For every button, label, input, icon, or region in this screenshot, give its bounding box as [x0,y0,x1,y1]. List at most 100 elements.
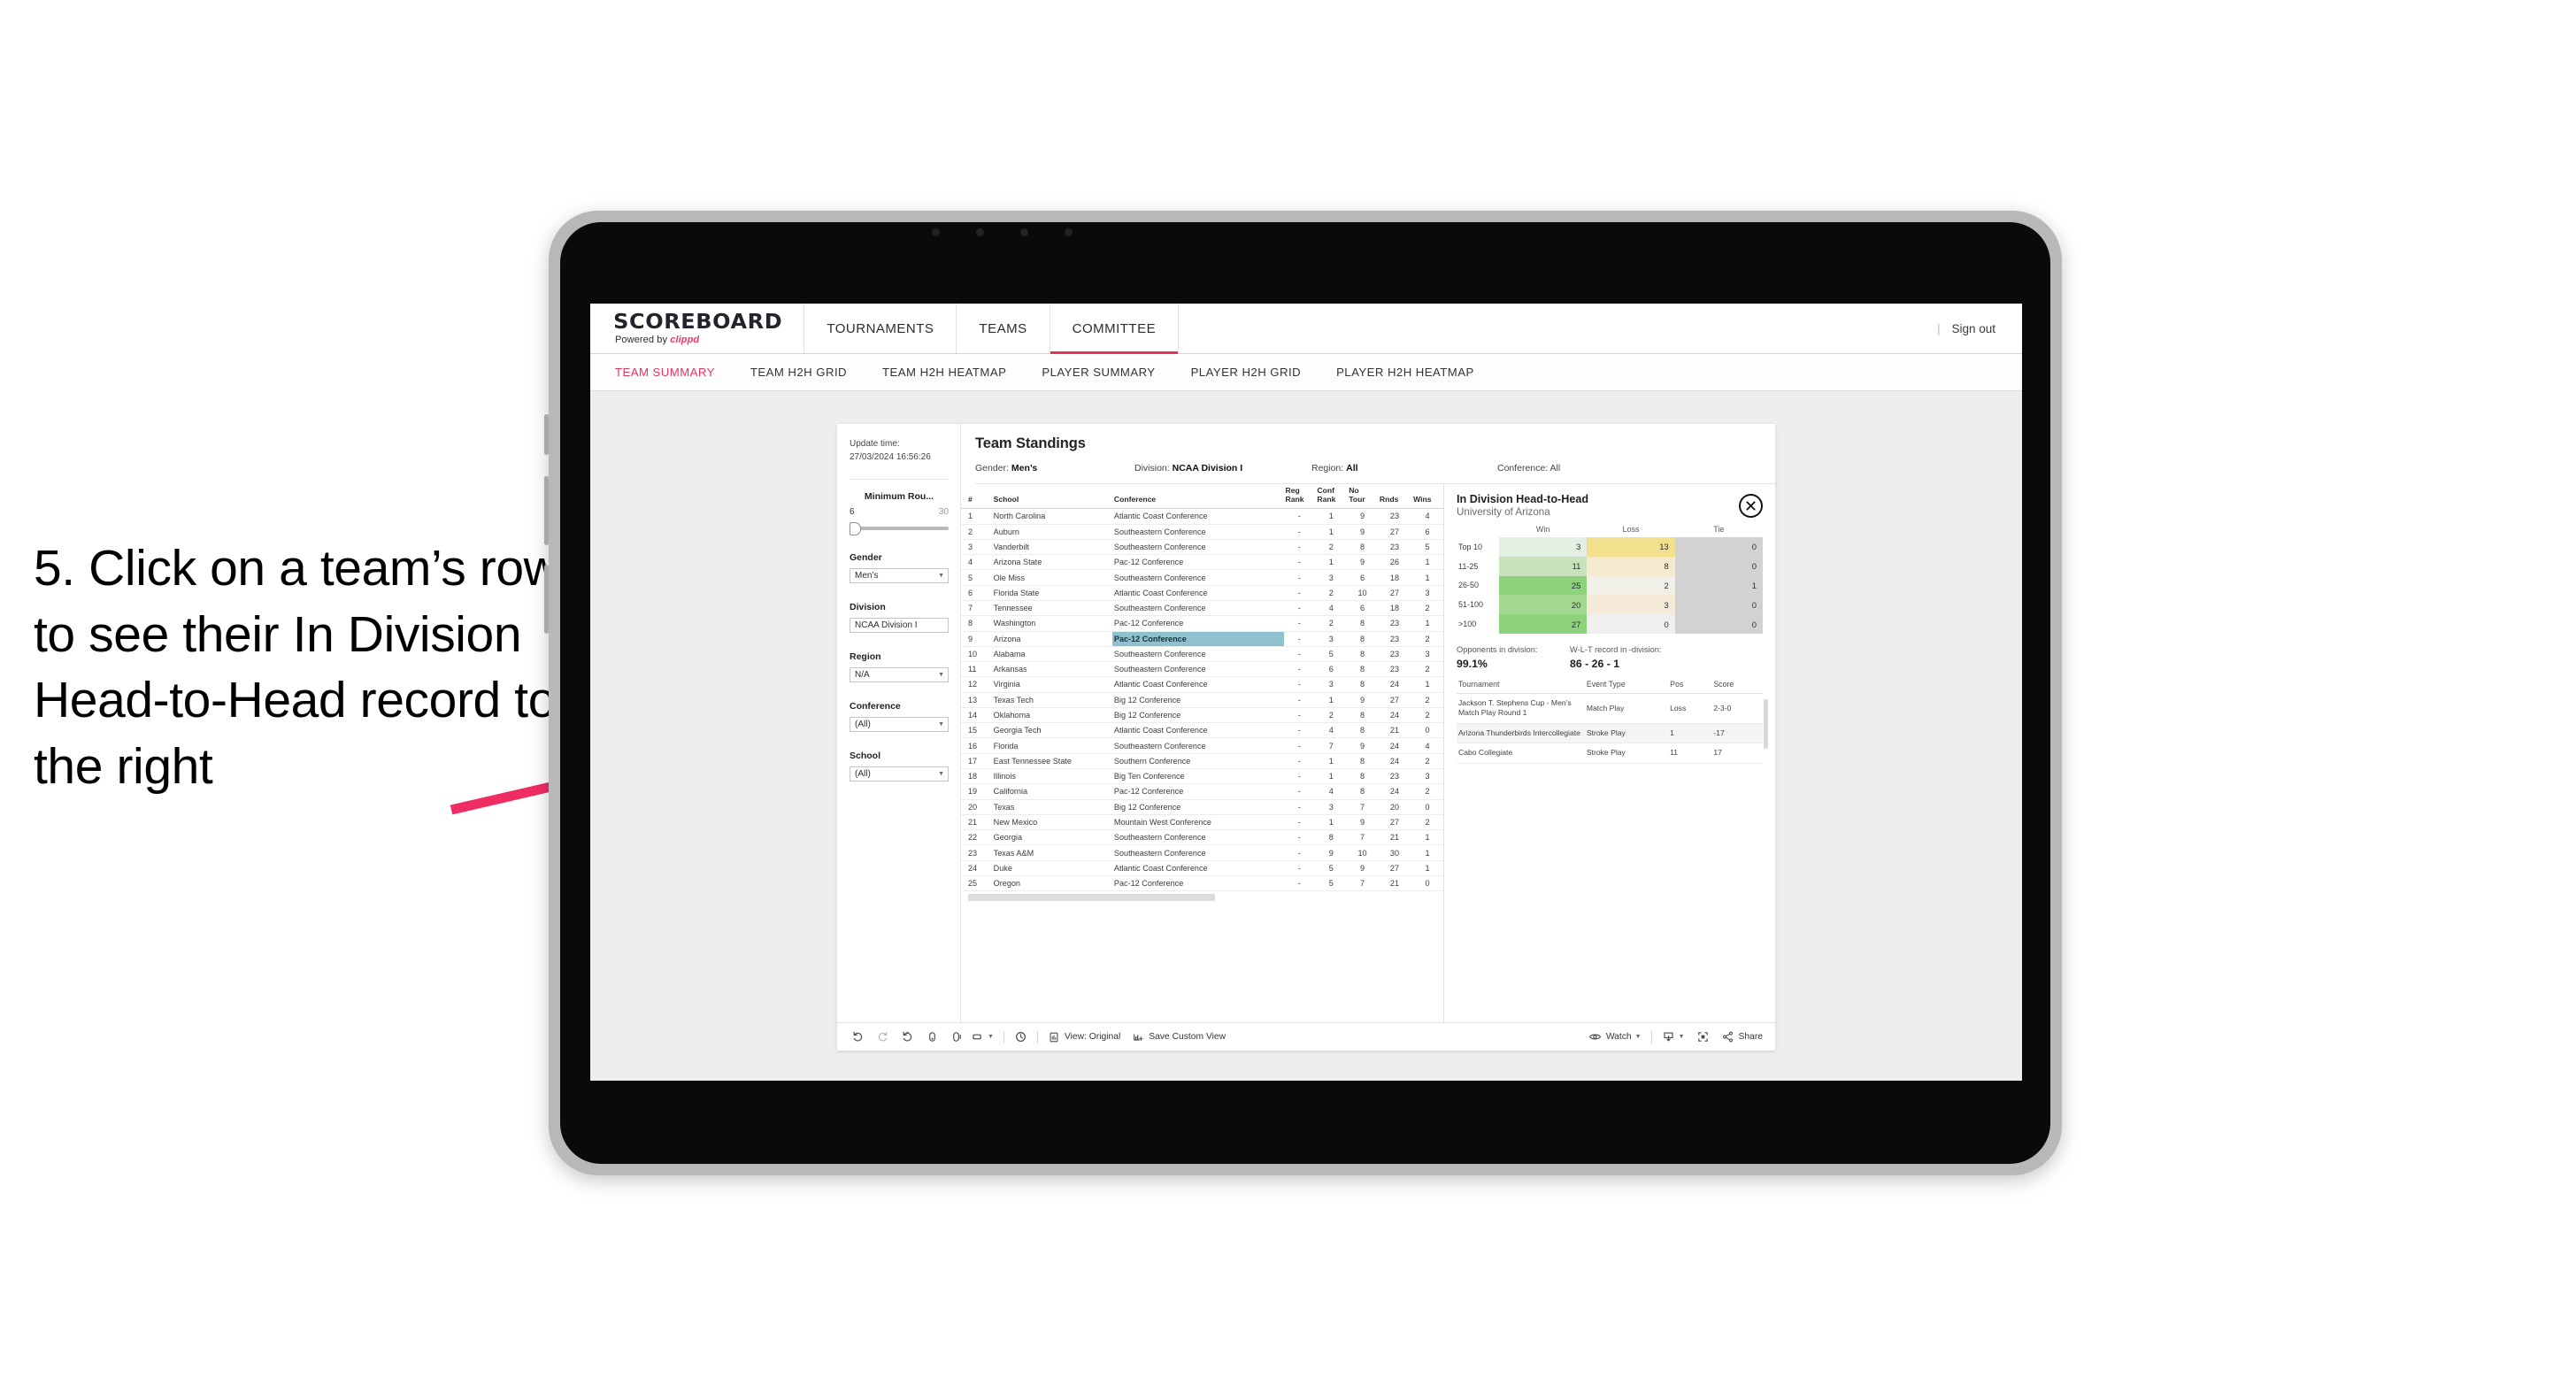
h2h-header-row: Win Loss Tie [1457,524,1763,537]
table-row[interactable]: 13 Texas Tech Big 12 Conference -1 9 27 2 [961,692,1443,708]
view-original-button[interactable]: View: Original [1048,1031,1120,1043]
tournament-row[interactable]: Arizona Thunderbirds Intercollegiate Stro… [1457,723,1763,744]
app-logo[interactable]: SCOREBOARD Powered by clippd [590,304,805,353]
cell-wins: 2 [1411,631,1443,647]
table-row[interactable]: 10 Alabama Southeastern Conference -5 8 23 3 [961,646,1443,663]
tab-player-summary[interactable]: PLAYER SUMMARY [1042,366,1174,379]
revert-icon[interactable] [901,1030,914,1043]
tournament-row[interactable]: Cabo Collegiate Stroke Play 11 17 [1457,743,1763,764]
table-row[interactable]: 6 Florida State Atlantic Coast Conference -… [961,585,1443,601]
cell-no-tour: 8 [1347,631,1378,647]
min-rounds-label: Minimum Rou... [864,491,934,502]
col-rank[interactable]: # [961,484,992,510]
table-row[interactable]: 4 Arizona State Pac-12 Conference -1 9 26 1 [961,554,1443,571]
cell-wins: 1 [1411,860,1443,877]
table-row[interactable]: 14 Oklahoma Big 12 Conference -2 8 24 2 [961,707,1443,724]
share-button[interactable]: Share [1721,1030,1763,1043]
table-row[interactable]: 9 Arizona Pac-12 Conference -3 8 23 2 [961,631,1443,647]
col-wins[interactable]: Wins [1411,484,1443,510]
table-row[interactable]: 15 Georgia Tech Atlantic Coast Conference -… [961,722,1443,739]
download-icon[interactable]: ▼ [1662,1030,1685,1043]
table-row[interactable]: 24 Duke Atlantic Coast Conference -5 9 27 1 [961,860,1443,877]
tournament-name: Arizona Thunderbirds Intercollegiate [1457,723,1585,744]
cell-no-tour: 9 [1347,692,1378,708]
cell-conference: Pac-12 Conference [1111,631,1284,647]
filter-region: Region N/A ▼ [850,651,949,682]
table-row[interactable]: 3 Vanderbilt Southeastern Conference -2 8 23 5 [961,539,1443,556]
h2h-row: >100 27 0 0 [1457,614,1763,634]
col-school[interactable]: School [991,484,1112,510]
refresh-icon[interactable] [926,1030,939,1043]
table-row[interactable]: 21 New Mexico Mountain West Conference -1 9 2… [961,814,1443,831]
tournaments-scrollbar[interactable] [1764,698,1768,749]
horizontal-scrollbar[interactable] [961,891,1443,905]
signout-divider: | [1936,321,1941,335]
rectangle-select-icon[interactable]: ▼ [971,1030,994,1043]
signout-link[interactable]: Sign out [1951,322,1995,335]
table-row[interactable]: 1 North Carolina Atlantic Coast Conference… [961,508,1443,525]
table-row[interactable]: 22 Georgia Southeastern Conference -8 7 21 1 [961,829,1443,846]
redo-icon[interactable] [876,1030,889,1043]
col-conference[interactable]: Conference [1111,484,1284,510]
col-reg-rank[interactable]: Reg Rank [1283,484,1316,510]
watch-button[interactable]: Watch ▼ [1588,1030,1642,1043]
tab-team-summary[interactable]: TEAM SUMMARY [615,366,734,379]
table-row[interactable]: 19 California Pac-12 Conference -4 8 24 2 [961,783,1443,800]
table-row[interactable]: 25 Oregon Pac-12 Conference -5 7 21 0 [961,875,1443,892]
tournament-pos: 1 [1668,723,1712,744]
table-row[interactable]: 5 Ole Miss Southeastern Conference -3 6 18 1 [961,569,1443,586]
save-custom-view-button[interactable]: Save Custom View [1132,1031,1226,1043]
division-select[interactable]: NCAA Division I [850,618,949,633]
col-conf-rank[interactable]: Conf Rank [1315,484,1348,510]
table-row[interactable]: 2 Auburn Southeastern Conference -1 9 27 6 [961,524,1443,540]
school-label: School [850,751,881,761]
table-row[interactable]: 18 Illinois Big Ten Conference -1 8 23 3 [961,768,1443,785]
cell-conference: Southeastern Conference [1111,737,1284,754]
close-icon[interactable] [1739,494,1763,518]
cell-school: Texas [991,799,1112,815]
table-row[interactable]: 16 Florida Southeastern Conference -7 9 24 4 [961,737,1443,754]
cell-conf-rank: 4 [1315,722,1348,739]
tab-player-h2h-grid[interactable]: PLAYER H2H GRID [1191,366,1321,379]
cell-no-tour: 9 [1347,508,1378,525]
cell-conf-rank: 4 [1315,600,1348,617]
slider-handle[interactable] [850,522,861,535]
fullscreen-icon[interactable] [1696,1030,1710,1043]
cell-rnds: 27 [1377,860,1412,877]
tab-team-h2h-heatmap[interactable]: TEAM H2H HEATMAP [882,366,1026,379]
nav-tournaments[interactable]: TOURNAMENTS [804,304,957,353]
nav-teams[interactable]: TEAMS [957,304,1050,353]
cell-no-tour: 6 [1347,569,1378,586]
cell-no-tour: 8 [1347,722,1378,739]
col-no-tour[interactable]: No Tour [1347,484,1378,510]
conference-select[interactable]: (All) ▼ [850,717,949,732]
tournament-score: 17 [1711,743,1763,764]
cell-conference: Southeastern Conference [1111,524,1284,540]
tournament-row[interactable]: Jackson T. Stephens Cup - Men’s Match Pl… [1457,693,1763,724]
table-row[interactable]: 20 Texas Big 12 Conference -3 7 20 0 [961,799,1443,815]
school-select[interactable]: (All) ▼ [850,766,949,782]
min-rounds-slider[interactable] [850,521,949,535]
table-row[interactable]: 23 Texas A&M Southeastern Conference -9 10 30… [961,844,1443,861]
undo-icon[interactable] [851,1030,865,1043]
table-row[interactable]: 12 Virginia Atlantic Coast Conference -3 8 24… [961,676,1443,693]
main-header: Team Standings Gender: Men’s Division: N… [961,424,1775,484]
cell-wins: 0 [1411,722,1443,739]
cell-reg-rank: - [1283,508,1316,525]
table-row[interactable]: 11 Arkansas Southeastern Conference -6 8 23 2 [961,661,1443,678]
logo-wordmark: SCOREBOARD [613,308,783,334]
cell-reg-rank: - [1283,554,1316,571]
scrollbar-thumb[interactable] [968,894,1216,902]
tab-player-h2h-heatmap[interactable]: PLAYER H2H HEATMAP [1336,366,1494,379]
gender-select[interactable]: Men’s ▼ [850,568,949,583]
table-row[interactable]: 7 Tennessee Southeastern Conference -4 6 18 2 [961,600,1443,617]
table-row[interactable]: 8 Washington Pac-12 Conference -2 8 23 1 [961,615,1443,632]
col-rnds[interactable]: Rnds [1377,484,1412,510]
nav-committee[interactable]: COMMITTEE [1050,304,1180,354]
cell-reg-rank: - [1283,631,1316,647]
clock-icon[interactable] [1014,1030,1027,1043]
region-select[interactable]: N/A ▼ [850,667,949,682]
table-row[interactable]: 17 East Tennessee State Southern Conferenc… [961,753,1443,770]
tab-team-h2h-grid[interactable]: TEAM H2H GRID [750,366,866,379]
pause-icon[interactable] [950,1030,964,1043]
